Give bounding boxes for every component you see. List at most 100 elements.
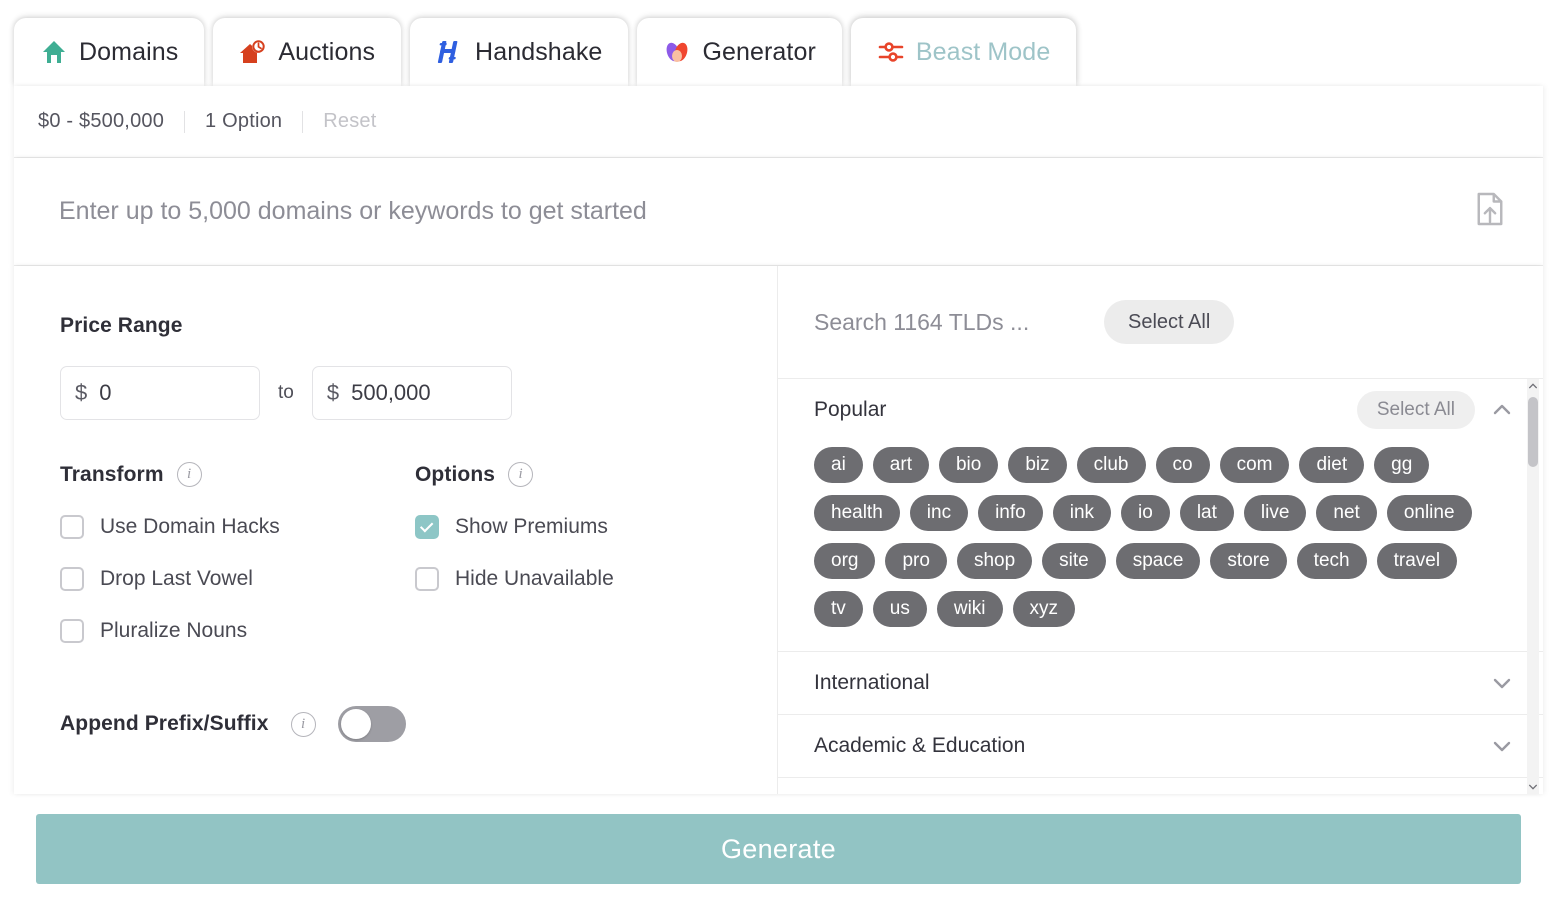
price-range-separator: to: [278, 382, 294, 403]
currency-symbol: $: [326, 380, 340, 405]
tab-generator[interactable]: Generator: [637, 18, 842, 86]
tld-chip[interactable]: tech: [1296, 543, 1367, 579]
price-summary-text: $0 - $500,000: [38, 110, 165, 132]
checkbox-box[interactable]: [60, 619, 84, 643]
tld-search-input[interactable]: [814, 308, 1104, 336]
tld-chip[interactable]: travel: [1376, 543, 1458, 579]
checkbox-label: Use Domain Hacks: [100, 515, 280, 538]
tld-chip[interactable]: com: [1219, 447, 1290, 483]
tab-auctions[interactable]: Auctions: [213, 18, 402, 86]
checkbox-box[interactable]: [415, 567, 439, 591]
tld-group-international-header[interactable]: International: [778, 652, 1543, 714]
checkbox-use-domain-hacks[interactable]: Use Domain Hacks: [60, 515, 415, 539]
file-upload-icon: [1475, 192, 1505, 231]
tab-generator-label: Generator: [702, 37, 816, 66]
info-icon[interactable]: i: [508, 462, 534, 487]
tld-chip[interactable]: inc: [909, 495, 969, 531]
tld-group-popular-header[interactable]: Popular Select All: [778, 379, 1543, 441]
checkbox-label: Show Premiums: [455, 515, 608, 538]
info-icon[interactable]: i: [176, 462, 202, 487]
tld-chip-list: ai art bio biz club co com diet gg healt…: [778, 441, 1543, 651]
tab-domains-label: Domains: [79, 37, 179, 66]
chevron-down-icon[interactable]: [1489, 733, 1515, 759]
tld-chip[interactable]: pro: [885, 543, 947, 579]
filters-pane: Price Range $ to $ Transform: [14, 266, 778, 794]
keyword-input-row: [14, 158, 1543, 266]
tld-chip[interactable]: org: [814, 543, 876, 579]
checkbox-box[interactable]: [415, 515, 439, 539]
options-title: Options: [415, 462, 496, 486]
reset-button[interactable]: Reset: [323, 110, 376, 133]
tld-chip[interactable]: xyz: [1012, 591, 1076, 627]
tld-chip[interactable]: space: [1115, 543, 1201, 579]
tld-chip[interactable]: ai: [814, 447, 863, 483]
tld-chip[interactable]: art: [872, 447, 929, 483]
tld-group-popular: Popular Select All ai art bio biz club c…: [778, 379, 1543, 652]
tld-group-international: International: [778, 652, 1543, 715]
append-prefix-suffix-row: Append Prefix/Suffix i: [60, 706, 406, 742]
tld-chip[interactable]: us: [872, 591, 927, 627]
checkbox-label: Hide Unavailable: [455, 567, 614, 590]
beast-mode-page: Domains Auctions Handshake Generator Bea…: [0, 0, 1557, 922]
chevron-up-icon[interactable]: [1489, 397, 1515, 423]
price-max-input[interactable]: [351, 380, 497, 406]
tld-select-all-button[interactable]: Select All: [1104, 300, 1235, 344]
tld-scrollbar-thumb[interactable]: [1528, 397, 1538, 467]
divider: [184, 110, 186, 133]
tld-chip[interactable]: diet: [1299, 447, 1365, 483]
tld-chip[interactable]: bio: [938, 447, 999, 483]
tld-chip[interactable]: online: [1386, 495, 1472, 531]
filter-summary-bar: $0 - $500,000 1 Option Reset: [14, 86, 1543, 158]
chevron-down-icon[interactable]: [1489, 670, 1515, 696]
tab-handshake[interactable]: Handshake: [410, 18, 629, 86]
tld-chip[interactable]: club: [1076, 447, 1146, 483]
checkbox-columns: Transform i Use Domain Hacks Drop Last V…: [60, 462, 755, 643]
tld-chip[interactable]: live: [1243, 495, 1307, 531]
tab-handshake-label: Handshake: [475, 37, 603, 66]
divider: [302, 110, 304, 133]
tld-chip[interactable]: tv: [814, 591, 863, 627]
file-upload-button[interactable]: [1455, 182, 1525, 242]
append-prefix-suffix-toggle[interactable]: [337, 706, 406, 742]
price-range-inputs: $ to $: [60, 366, 512, 420]
tld-chip[interactable]: wiki: [936, 591, 1003, 627]
transform-header: Transform i: [60, 462, 415, 487]
tld-group-academic-education-header[interactable]: Academic & Education: [778, 715, 1543, 777]
checkbox-show-premiums[interactable]: Show Premiums: [415, 515, 755, 539]
tab-beast-mode[interactable]: Beast Mode: [850, 18, 1077, 86]
tld-chip[interactable]: store: [1210, 543, 1287, 579]
tld-chip[interactable]: site: [1042, 543, 1106, 579]
currency-symbol: $: [75, 380, 88, 405]
tld-group-select-all-button[interactable]: Select All: [1356, 391, 1475, 429]
tld-chip[interactable]: co: [1155, 447, 1210, 483]
tld-chip[interactable]: ink: [1052, 495, 1112, 531]
checkbox-box[interactable]: [60, 515, 84, 539]
tld-chip[interactable]: lat: [1179, 495, 1234, 531]
checkbox-box[interactable]: [60, 567, 84, 591]
price-min-input[interactable]: [99, 380, 245, 406]
price-max-wrapper: $: [311, 366, 512, 420]
price-range-title: Price Range: [60, 314, 183, 337]
tld-chip[interactable]: health: [814, 495, 900, 531]
tab-auctions-label: Auctions: [278, 37, 376, 66]
tab-beast-mode-label: Beast Mode: [915, 37, 1051, 66]
tld-chip[interactable]: shop: [956, 543, 1033, 579]
tld-chip[interactable]: io: [1121, 495, 1170, 531]
info-icon[interactable]: i: [290, 711, 316, 737]
tab-domains[interactable]: Domains: [14, 18, 205, 86]
tld-chip[interactable]: info: [978, 495, 1043, 531]
scrollbar-up-arrow-icon[interactable]: [1527, 379, 1539, 393]
tld-chip[interactable]: biz: [1008, 447, 1067, 483]
transform-column: Transform i Use Domain Hacks Drop Last V…: [60, 462, 415, 643]
checkbox-drop-last-vowel[interactable]: Drop Last Vowel: [60, 567, 415, 591]
keyword-input[interactable]: [14, 197, 1455, 226]
scrollbar-down-arrow-icon[interactable]: [1527, 780, 1539, 794]
tld-groups-scroll: Popular Select All ai art bio biz club c…: [778, 379, 1543, 794]
tld-chip[interactable]: net: [1316, 495, 1377, 531]
transform-title: Transform: [60, 462, 164, 486]
generator-pills-icon: [663, 38, 691, 66]
checkbox-pluralize-nouns[interactable]: Pluralize Nouns: [60, 619, 415, 643]
tld-chip[interactable]: gg: [1374, 447, 1430, 483]
checkbox-hide-unavailable[interactable]: Hide Unavailable: [415, 567, 755, 591]
generate-button[interactable]: Generate: [36, 814, 1521, 884]
